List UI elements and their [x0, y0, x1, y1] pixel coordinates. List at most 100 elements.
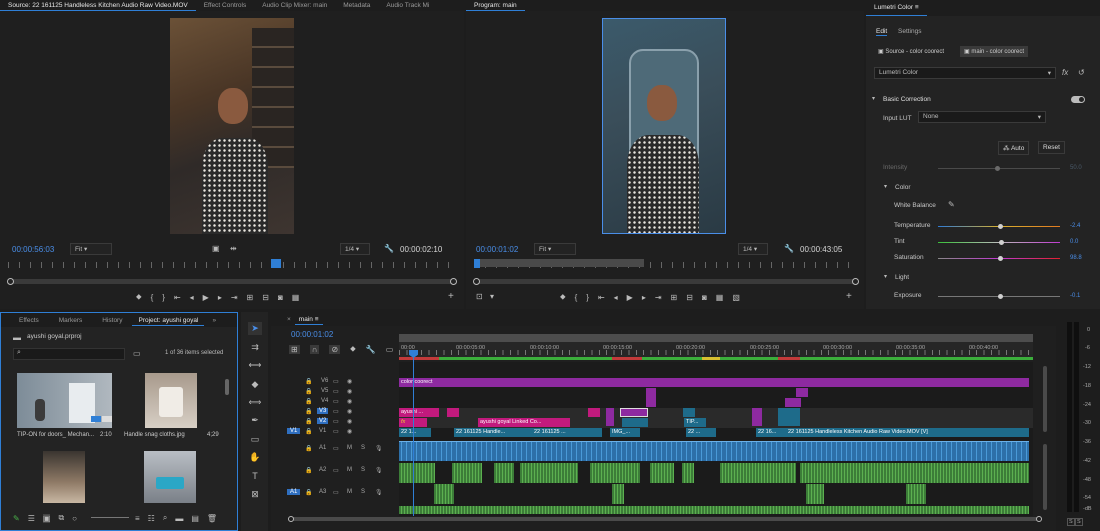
project-scrollbar[interactable] [225, 379, 229, 395]
tab-audio-track-mixer[interactable]: Audio Track Mi [378, 0, 437, 11]
audio-clip-a4[interactable] [399, 506, 1029, 514]
list-view-icon[interactable]: ☰ [28, 514, 35, 523]
tab-history[interactable]: History [92, 315, 132, 326]
exposure-value[interactable]: -0.1 [1070, 293, 1080, 299]
source-clip-button[interactable]: ▣ Source - color coorect [874, 46, 948, 57]
tab-edit[interactable]: Edit [876, 28, 888, 36]
tab-settings[interactable]: Settings [898, 28, 922, 35]
light-collapse-icon[interactable]: ▾ [884, 273, 887, 280]
close-sequence-icon[interactable]: × [271, 314, 295, 325]
add-marker-timeline-icon[interactable]: ⬥ [350, 344, 356, 354]
audio-clip-a3-1[interactable] [434, 484, 454, 504]
audio-clip-a2-5[interactable] [590, 463, 640, 483]
linked-selection-icon[interactable]: ⊘ [329, 344, 341, 354]
add-button-icon[interactable]: + [448, 291, 454, 302]
clip-v1-main[interactable]: 22 161125 Handleless Kitchen Audio Raw V… [786, 428, 1029, 437]
main-clip-button[interactable]: ▣ main - color coorect [960, 46, 1029, 57]
collapse-chevron-icon[interactable]: ▾ [872, 95, 875, 102]
mark-out-icon[interactable]: } [162, 293, 165, 302]
rectangle-tool-icon[interactable]: ▭ [248, 433, 262, 446]
program-go-to-in-icon[interactable]: ⇤ [598, 293, 605, 302]
new-item-icon[interactable]: ▤ [191, 514, 199, 523]
selection-tool-icon[interactable]: ➤ [248, 322, 262, 335]
tab-lumetri-color[interactable]: Lumetri Color ≡ [866, 0, 927, 16]
color-collapse-icon[interactable]: ▾ [884, 183, 887, 190]
track-header-v3[interactable]: 🔒 V3 ▭ ◉ [283, 408, 398, 417]
source-timecode[interactable]: 00:00:56:03 [12, 245, 54, 254]
project-item-thumb-1[interactable] [17, 373, 112, 428]
clip-v3-d[interactable] [606, 408, 614, 426]
exposure-knob[interactable] [998, 294, 1003, 299]
input-lut-dropdown[interactable]: None ▾ [918, 111, 1046, 123]
intensity-knob[interactable] [995, 166, 1000, 171]
nest-toggle-icon[interactable]: ⊞ [289, 344, 300, 354]
ripple-edit-tool-icon[interactable]: ⟷ [248, 359, 262, 372]
settings-icon[interactable]: ▦ [292, 293, 300, 302]
insert-icon[interactable]: ⊞ [247, 293, 254, 302]
audio-clip-a2-9[interactable] [800, 463, 1029, 483]
razor-tool-icon[interactable]: ◆ [248, 378, 262, 391]
source-fit-dropdown[interactable]: Fit ▾ [70, 243, 112, 255]
type-tool-icon[interactable]: T [248, 470, 262, 483]
tint-value[interactable]: 0.0 [1070, 239, 1078, 245]
program-mark-in-icon[interactable]: { [575, 293, 578, 302]
program-go-to-out-icon[interactable]: ⇥ [655, 293, 662, 302]
automate-icon[interactable]: ☷ [148, 514, 155, 523]
temperature-value[interactable]: -2.4 [1070, 223, 1080, 229]
audio-clip-a3-4[interactable] [906, 484, 926, 504]
track-header-a3[interactable]: A1 🔒 A3 ▭ M S 🎙 [283, 489, 398, 501]
audio-clip-a3-3[interactable] [806, 484, 824, 504]
clip-v2-tip[interactable]: TIP... [684, 418, 706, 427]
eyedropper-icon[interactable]: ✎ [948, 200, 955, 209]
timeline-timecode[interactable]: 00:00:01:02 [291, 330, 333, 339]
multicam-icon[interactable]: ▧ [732, 293, 740, 302]
clip-v1-d[interactable]: IMG_... [610, 428, 640, 437]
project-item-thumb-4[interactable] [144, 451, 196, 503]
step-back-icon[interactable]: ◂ [190, 293, 194, 302]
mark-in-icon[interactable]: { [151, 293, 154, 302]
tab-effect-controls[interactable]: Effect Controls [196, 0, 255, 11]
program-work-area-bar[interactable] [474, 259, 644, 267]
tab-markers[interactable]: Markers [49, 315, 92, 326]
timeline-h-scrollbar[interactable] [288, 516, 1042, 522]
tab-program[interactable]: Program: main [466, 0, 525, 11]
clip-v3-h[interactable] [778, 408, 800, 426]
source-scrollbar[interactable] [7, 278, 457, 285]
clip-v3-e[interactable] [620, 408, 648, 417]
tab-main-sequence[interactable]: main ≡ [294, 314, 323, 325]
solo-left-button[interactable]: S [1067, 518, 1075, 526]
reset-button[interactable]: Reset [1038, 141, 1065, 154]
program-playhead-marker[interactable] [474, 259, 480, 268]
clip-v2-c[interactable] [622, 418, 648, 427]
program-mark-out-icon[interactable]: } [586, 293, 589, 302]
track-header-v6[interactable]: 🔒 V6 ▭ ◉ [283, 378, 398, 387]
clip-v5-b[interactable] [796, 388, 808, 397]
solo-right-button[interactable]: S [1075, 518, 1083, 526]
trash-icon[interactable]: 🗑 [207, 514, 217, 523]
clip-v3-b[interactable] [447, 408, 459, 417]
add-marker-icon[interactable]: ⬥ [136, 292, 142, 302]
slip-tool-icon[interactable]: ⟺ [248, 396, 262, 409]
snap-icon[interactable]: ∩ [309, 344, 320, 354]
fx-icon[interactable]: fx [1062, 68, 1068, 77]
new-bin-bottom-icon[interactable]: ▬ [175, 514, 183, 523]
audio-clip-a2-7[interactable] [682, 463, 694, 483]
program-timecode[interactable]: 00:00:01:02 [476, 245, 518, 254]
track-header-a2[interactable]: 🔒 A2 ▭ M S 🎙 [283, 467, 398, 479]
program-resolution-dropdown[interactable]: 1/4 ▾ [738, 243, 768, 255]
source-time-ruler[interactable] [8, 262, 456, 268]
audio-clip-a2-6[interactable] [650, 463, 674, 483]
track-header-v2[interactable]: 🔒 V2 ▭ ◉ [283, 418, 398, 427]
effect-dropdown[interactable]: Lumetri Color ▾ [874, 67, 1056, 79]
tab-audio-clip-mixer[interactable]: Audio Clip Mixer: main [254, 0, 335, 11]
source-resolution-dropdown[interactable]: 1/4 ▾ [340, 243, 370, 255]
program-wrench-icon[interactable]: 🔧 [784, 244, 794, 253]
overwrite-icon[interactable]: ⊟ [262, 293, 269, 302]
track-header-v4[interactable]: 🔒 V4 ▭ ◉ [283, 398, 398, 407]
audio-clip-a2-3[interactable] [494, 463, 514, 483]
timeline-settings-icon[interactable]: 🔧 [366, 345, 376, 354]
timeline-playhead-line[interactable] [413, 358, 414, 516]
clip-v3-f[interactable] [683, 408, 695, 417]
saturation-value[interactable]: 98.8 [1070, 255, 1082, 261]
sort-icon[interactable]: ≡ [135, 514, 140, 523]
